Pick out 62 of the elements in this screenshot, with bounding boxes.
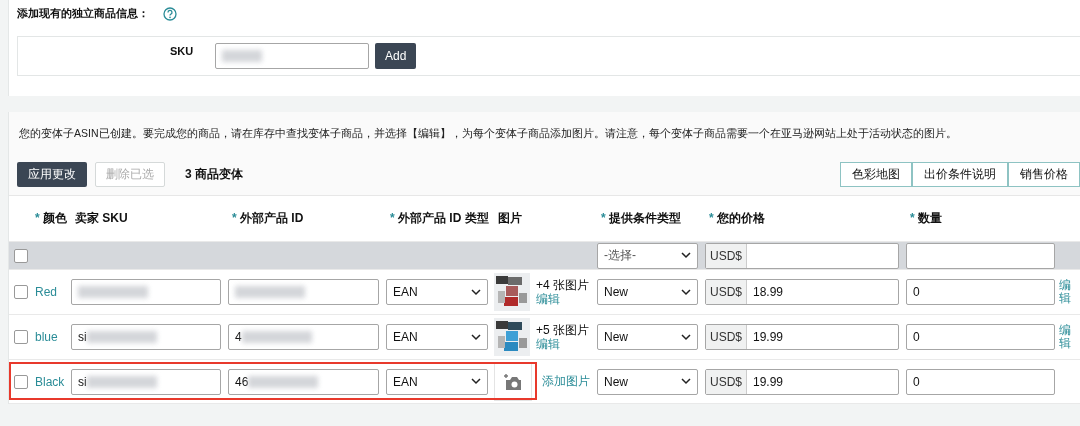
section-title: 添加现有的独立商品信息： bbox=[17, 6, 149, 21]
column-header: 卖家 SKU bbox=[74, 210, 129, 227]
price-field[interactable]: USD$ 18.99 bbox=[705, 279, 899, 305]
color-link[interactable]: Red bbox=[35, 285, 71, 299]
id-type-select[interactable]: EAN bbox=[386, 279, 488, 305]
chevron-down-icon bbox=[681, 252, 691, 259]
tab-button[interactable]: 色彩地图 bbox=[840, 162, 912, 187]
text-field[interactable] bbox=[228, 279, 379, 305]
text-field[interactable] bbox=[71, 279, 221, 305]
sku-label: SKU bbox=[170, 45, 195, 57]
variant-count: 3 商品变体 bbox=[185, 166, 244, 183]
checkbox[interactable] bbox=[14, 248, 28, 263]
price-field[interactable]: USD$ 19.99 bbox=[705, 324, 899, 350]
image-count: +4 张图片 bbox=[536, 278, 589, 292]
condition-select[interactable]: -选择- bbox=[597, 242, 698, 269]
column-header: * 提供条件类型 bbox=[600, 210, 682, 227]
add-image-link[interactable]: 添加图片 bbox=[538, 373, 590, 390]
add-button[interactable]: Add bbox=[375, 43, 417, 69]
add-camera-icon[interactable] bbox=[503, 372, 523, 391]
column-header: 图片 bbox=[497, 210, 523, 227]
price-field[interactable]: USD$ 19.99 bbox=[705, 368, 899, 395]
checkbox[interactable] bbox=[14, 285, 28, 299]
sku-field[interactable] bbox=[215, 43, 369, 69]
tab-button[interactable]: 销售价格 bbox=[1008, 162, 1080, 187]
id-type-select[interactable]: EAN bbox=[386, 368, 488, 395]
chevron-down-icon bbox=[681, 333, 691, 341]
quantity-field[interactable]: 0 bbox=[906, 324, 1055, 350]
apply-changes-button[interactable]: 应用更改 bbox=[17, 162, 87, 187]
checkbox[interactable] bbox=[14, 330, 28, 344]
price-field[interactable]: USD$ bbox=[705, 242, 899, 269]
edit-link[interactable]: 编辑 bbox=[1059, 278, 1071, 306]
text-field[interactable]: si bbox=[71, 368, 221, 395]
help-icon[interactable] bbox=[163, 6, 177, 21]
quantity-field[interactable]: 0 bbox=[906, 368, 1055, 395]
chevron-down-icon bbox=[471, 378, 481, 385]
edit-link[interactable]: 编辑 bbox=[536, 292, 589, 306]
chevron-down-icon bbox=[681, 378, 691, 385]
checkbox[interactable] bbox=[14, 374, 28, 389]
column-header: * 外部产品 ID 类型 bbox=[389, 210, 490, 227]
edit-link[interactable]: 编辑 bbox=[1059, 323, 1071, 351]
text-field[interactable]: 4 bbox=[228, 324, 379, 350]
chevron-down-icon bbox=[471, 288, 481, 296]
column-header: * 外部产品 ID bbox=[231, 210, 305, 227]
text-field[interactable]: 46 bbox=[228, 368, 379, 395]
chevron-down-icon bbox=[681, 288, 691, 296]
condition-select[interactable]: New bbox=[597, 279, 698, 305]
column-header: * 您的价格 bbox=[708, 210, 766, 227]
image-count: +5 张图片 bbox=[536, 323, 589, 337]
chevron-down-icon bbox=[471, 333, 481, 341]
text-field[interactable]: si bbox=[71, 324, 221, 350]
tab-button[interactable]: 出价条件说明 bbox=[912, 162, 1008, 187]
column-header: * 颜色 bbox=[34, 210, 67, 227]
color-link[interactable]: blue bbox=[35, 330, 71, 344]
quantity-field[interactable]: 0 bbox=[906, 279, 1055, 305]
color-link[interactable]: Black bbox=[35, 374, 71, 389]
condition-select[interactable]: New bbox=[597, 368, 698, 395]
condition-select[interactable]: New bbox=[597, 324, 698, 350]
id-type-select[interactable]: EAN bbox=[386, 324, 488, 350]
column-header: * 数量 bbox=[909, 210, 943, 227]
quantity-field[interactable] bbox=[906, 242, 1055, 269]
notice-text: 您的变体子ASIN已创建。要完成您的商品，请在库存中查找变体子商品，并选择【编辑】，为每个变体子商品添加图片。请注意，每个变体子商品需要一个在亚马逊网站上处于活动状态的图片。 bbox=[9, 112, 1080, 152]
edit-link[interactable]: 编辑 bbox=[536, 337, 589, 351]
